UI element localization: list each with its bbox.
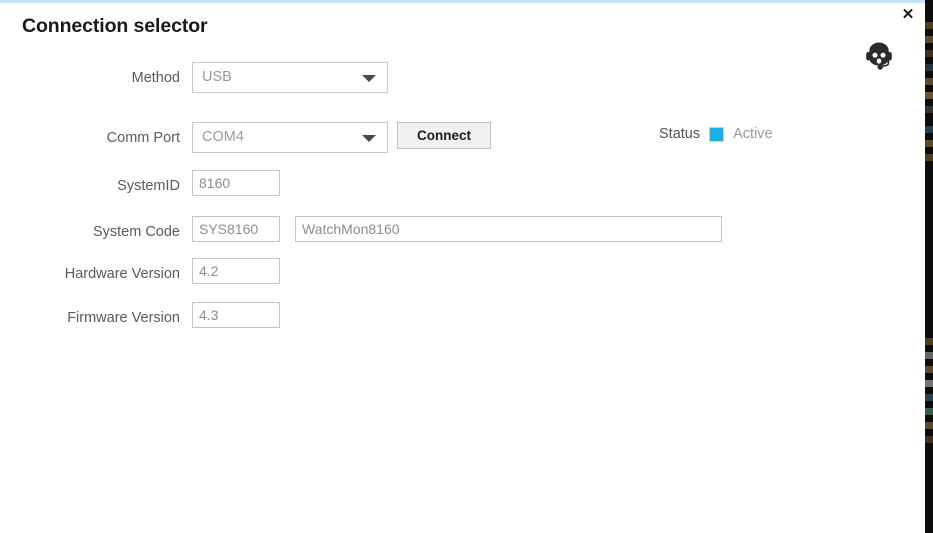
connect-button[interactable]: Connect (397, 122, 491, 149)
status-badge: Active (733, 126, 773, 142)
status-group: Status Active (659, 126, 773, 142)
background-window-sliver (925, 0, 933, 533)
headset-support-avatar-icon (862, 40, 896, 74)
status-label: Status (659, 126, 701, 142)
label-firmware-version: Firmware Version (67, 310, 180, 326)
hardware-version-input[interactable] (192, 258, 280, 284)
system-name-input[interactable] (295, 216, 722, 242)
chevron-down-icon (362, 75, 376, 82)
close-icon[interactable]: ✕ (898, 4, 918, 24)
label-method: Method (131, 70, 180, 86)
connection-selector-dialog: Connection selector ✕ Method USB Comm Po… (0, 0, 933, 533)
label-comm-port: Comm Port (106, 130, 180, 146)
method-dropdown-value: USB (202, 69, 232, 85)
comm-port-dropdown-value: COM4 (202, 129, 244, 145)
method-dropdown[interactable]: USB (192, 62, 388, 93)
chevron-down-icon (362, 135, 376, 142)
system-id-input[interactable] (192, 170, 280, 196)
system-code-input[interactable] (192, 216, 280, 242)
firmware-version-input[interactable] (192, 302, 280, 328)
label-system-id: SystemID (117, 178, 180, 194)
comm-port-dropdown[interactable]: COM4 (192, 122, 388, 153)
label-hardware-version: Hardware Version (64, 266, 180, 282)
page-title: Connection selector (22, 15, 208, 37)
label-system-code: System Code (92, 224, 180, 240)
status-indicator-checkbox[interactable] (709, 126, 725, 142)
dialog-top-accent-line (0, 0, 925, 3)
